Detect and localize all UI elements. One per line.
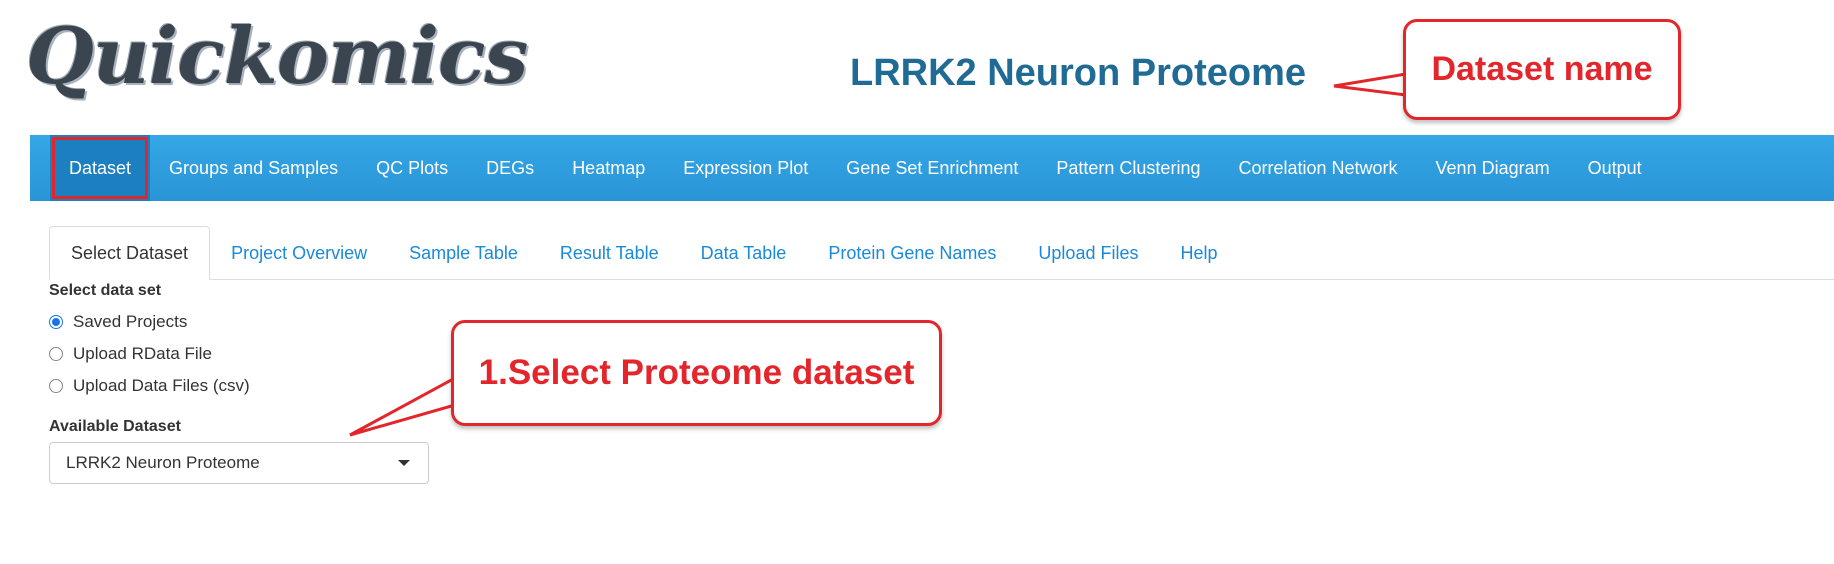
nav-gene-set-enrichment[interactable]: Gene Set Enrichment: [827, 135, 1037, 201]
tab-upload-files[interactable]: Upload Files: [1017, 227, 1159, 279]
dataset-title: LRRK2 Neuron Proteome: [850, 52, 1307, 94]
available-dataset-value: LRRK2 Neuron Proteome: [66, 453, 260, 472]
nav-output[interactable]: Output: [1569, 135, 1661, 201]
select-dataset-form: Select data set Saved Projects Upload RD…: [49, 282, 429, 484]
available-dataset-select[interactable]: LRRK2 Neuron Proteome: [49, 442, 429, 484]
radio-saved-projects[interactable]: Saved Projects: [49, 306, 429, 338]
dataset-name-callout: Dataset name: [1403, 19, 1681, 120]
radio-upload-rdata-file[interactable]: Upload RData File: [49, 338, 429, 370]
tab-help[interactable]: Help: [1159, 227, 1238, 279]
main-navbar: Dataset Groups and Samples QC Plots DEGs…: [30, 135, 1834, 201]
dataset-tabs: Select Dataset Project Overview Sample T…: [49, 226, 1834, 280]
select-data-set-label: Select data set: [49, 282, 162, 299]
tab-protein-gene-names[interactable]: Protein Gene Names: [807, 227, 1017, 279]
nav-venn-diagram[interactable]: Venn Diagram: [1417, 135, 1569, 201]
radio-label: Upload RData File: [73, 344, 212, 363]
radio-button[interactable]: [49, 379, 63, 393]
nav-correlation-network[interactable]: Correlation Network: [1219, 135, 1416, 201]
nav-groups-and-samples[interactable]: Groups and Samples: [150, 135, 357, 201]
nav-heatmap[interactable]: Heatmap: [553, 135, 664, 201]
nav-dataset[interactable]: Dataset: [50, 135, 151, 201]
radio-button[interactable]: [49, 347, 63, 361]
nav-degs[interactable]: DEGs: [467, 135, 553, 201]
nav-expression-plot[interactable]: Expression Plot: [664, 135, 827, 201]
radio-button-checked[interactable]: [49, 315, 63, 329]
tab-project-overview[interactable]: Project Overview: [210, 227, 388, 279]
tab-result-table[interactable]: Result Table: [539, 227, 680, 279]
radio-upload-data-files-csv[interactable]: Upload Data Files (csv): [49, 370, 429, 402]
select-proteome-callout: 1.Select Proteome dataset: [451, 320, 942, 426]
quickomics-logo: Quickomics: [26, 11, 528, 102]
radio-label: Upload Data Files (csv): [73, 376, 250, 395]
nav-pattern-clustering[interactable]: Pattern Clustering: [1037, 135, 1219, 201]
available-dataset-label: Available Dataset: [49, 418, 181, 435]
caret-down-icon: [398, 460, 410, 466]
tab-data-table[interactable]: Data Table: [680, 227, 808, 279]
radio-label: Saved Projects: [73, 312, 188, 331]
tab-sample-table[interactable]: Sample Table: [388, 227, 539, 279]
dataset-name-callout-pointer: [1333, 72, 1408, 97]
tab-select-dataset[interactable]: Select Dataset: [49, 226, 211, 280]
nav-qc-plots[interactable]: QC Plots: [357, 135, 467, 201]
